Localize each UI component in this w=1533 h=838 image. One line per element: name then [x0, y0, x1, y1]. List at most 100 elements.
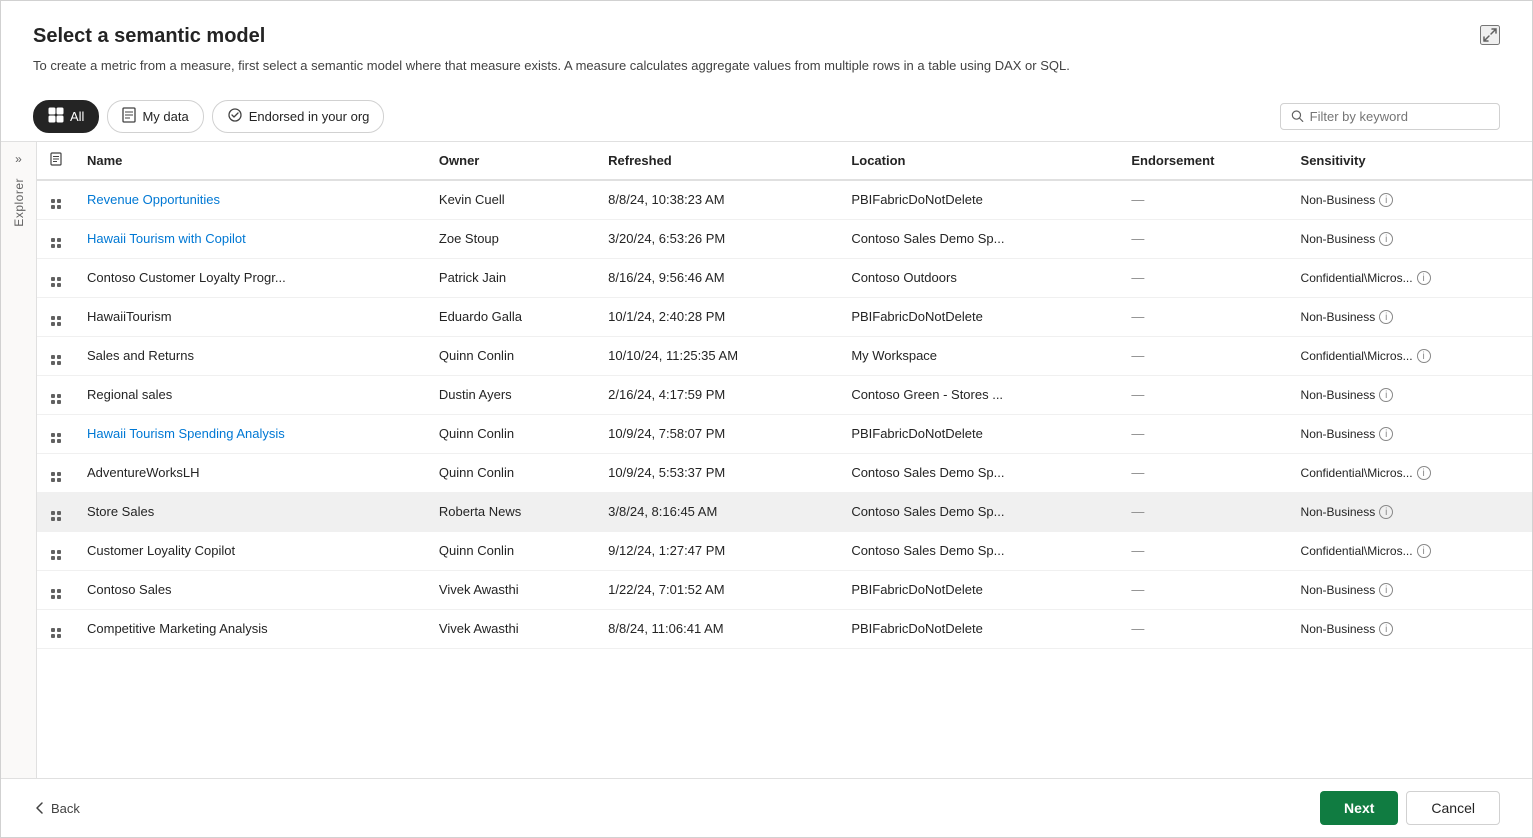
row-endorsement: —	[1119, 570, 1288, 609]
search-box[interactable]	[1280, 103, 1500, 130]
next-button[interactable]: Next	[1320, 791, 1398, 825]
row-name[interactable]: Revenue Opportunities	[75, 180, 427, 220]
dialog: Select a semantic model To create a metr…	[0, 0, 1533, 838]
doc-header-icon	[49, 152, 63, 166]
row-endorsement: —	[1119, 180, 1288, 220]
model-name-link[interactable]: Hawaii Tourism Spending Analysis	[87, 426, 285, 441]
row-sensitivity: Non-Business i	[1289, 219, 1532, 258]
row-name[interactable]: Sales and Returns	[75, 336, 427, 375]
grid-icon	[51, 394, 61, 404]
info-icon[interactable]: i	[1379, 310, 1393, 324]
row-name[interactable]: Customer Loyality Copilot	[75, 531, 427, 570]
row-sensitivity: Confidential\Micros... i	[1289, 336, 1532, 375]
row-name[interactable]: Contoso Customer Loyalty Progr...	[75, 258, 427, 297]
row-name[interactable]: HawaiiTourism	[75, 297, 427, 336]
col-location: Location	[839, 142, 1119, 180]
footer-right: Next Cancel	[1320, 791, 1500, 825]
row-sensitivity: Non-Business i	[1289, 414, 1532, 453]
tab-all[interactable]: All	[33, 100, 99, 133]
table-row[interactable]: Customer Loyality CopilotQuinn Conlin9/1…	[37, 531, 1532, 570]
info-icon[interactable]: i	[1417, 466, 1431, 480]
model-name-link[interactable]: Revenue Opportunities	[87, 192, 220, 207]
table-row[interactable]: HawaiiTourismEduardo Galla10/1/24, 2:40:…	[37, 297, 1532, 336]
row-location: Contoso Outdoors	[839, 258, 1119, 297]
table-row[interactable]: Competitive Marketing AnalysisVivek Awas…	[37, 609, 1532, 648]
row-location: My Workspace	[839, 336, 1119, 375]
row-endorsement: —	[1119, 258, 1288, 297]
main-area: » Explorer Name	[1, 142, 1532, 779]
grid-icon	[51, 238, 61, 248]
table-header-row: Name Owner Refreshed Location Endorsemen…	[37, 142, 1532, 180]
row-name[interactable]: Store Sales	[75, 492, 427, 531]
model-name-link[interactable]: Hawaii Tourism with Copilot	[87, 231, 246, 246]
sensitivity-badge: Confidential\Micros... i	[1301, 271, 1431, 285]
cancel-button[interactable]: Cancel	[1406, 791, 1500, 825]
info-icon[interactable]: i	[1379, 622, 1393, 636]
my-data-icon	[122, 107, 136, 126]
row-location: PBIFabricDoNotDelete	[839, 609, 1119, 648]
explorer-label[interactable]: Explorer	[12, 178, 26, 227]
row-refreshed: 3/8/24, 8:16:45 AM	[596, 492, 839, 531]
tab-my-data[interactable]: My data	[107, 100, 203, 133]
sensitivity-badge: Non-Business i	[1301, 193, 1394, 207]
tab-my-data-label: My data	[142, 109, 188, 124]
info-icon[interactable]: i	[1379, 427, 1393, 441]
sensitivity-badge: Non-Business i	[1301, 505, 1394, 519]
row-sensitivity: Non-Business i	[1289, 375, 1532, 414]
tab-endorsed[interactable]: Endorsed in your org	[212, 100, 385, 133]
grid-icon	[51, 550, 61, 560]
dialog-title: Select a semantic model	[33, 25, 265, 48]
info-icon[interactable]: i	[1417, 349, 1431, 363]
row-icon	[37, 531, 75, 570]
info-icon[interactable]: i	[1379, 583, 1393, 597]
row-owner: Patrick Jain	[427, 258, 596, 297]
row-owner: Vivek Awasthi	[427, 609, 596, 648]
table-row[interactable]: Sales and ReturnsQuinn Conlin10/10/24, 1…	[37, 336, 1532, 375]
info-icon[interactable]: i	[1379, 505, 1393, 519]
row-location: Contoso Sales Demo Sp...	[839, 492, 1119, 531]
grid-icon	[51, 199, 61, 209]
row-name[interactable]: Hawaii Tourism with Copilot	[75, 219, 427, 258]
row-icon	[37, 297, 75, 336]
info-icon[interactable]: i	[1379, 388, 1393, 402]
row-location: PBIFabricDoNotDelete	[839, 180, 1119, 220]
row-name[interactable]: Contoso Sales	[75, 570, 427, 609]
row-refreshed: 2/16/24, 4:17:59 PM	[596, 375, 839, 414]
row-refreshed: 10/10/24, 11:25:35 AM	[596, 336, 839, 375]
sidebar-chevron-icon[interactable]: »	[15, 152, 22, 166]
back-button[interactable]: Back	[33, 801, 80, 816]
sensitivity-badge: Non-Business i	[1301, 232, 1394, 246]
table-row[interactable]: Hawaii Tourism Spending AnalysisQuinn Co…	[37, 414, 1532, 453]
table-row[interactable]: Contoso Customer Loyalty Progr...Patrick…	[37, 258, 1532, 297]
table-row[interactable]: Contoso SalesVivek Awasthi1/22/24, 7:01:…	[37, 570, 1532, 609]
row-owner: Roberta News	[427, 492, 596, 531]
table-row[interactable]: AdventureWorksLHQuinn Conlin10/9/24, 5:5…	[37, 453, 1532, 492]
row-name[interactable]: Competitive Marketing Analysis	[75, 609, 427, 648]
row-refreshed: 10/1/24, 2:40:28 PM	[596, 297, 839, 336]
grid-icon	[51, 277, 61, 287]
row-endorsement: —	[1119, 219, 1288, 258]
table-row[interactable]: Regional salesDustin Ayers2/16/24, 4:17:…	[37, 375, 1532, 414]
table-row[interactable]: Store SalesRoberta News3/8/24, 8:16:45 A…	[37, 492, 1532, 531]
info-icon[interactable]: i	[1379, 232, 1393, 246]
sensitivity-badge: Non-Business i	[1301, 310, 1394, 324]
info-icon[interactable]: i	[1417, 271, 1431, 285]
table-body: Revenue OpportunitiesKevin Cuell8/8/24, …	[37, 180, 1532, 649]
row-name[interactable]: Hawaii Tourism Spending Analysis	[75, 414, 427, 453]
row-icon	[37, 258, 75, 297]
row-icon	[37, 336, 75, 375]
filter-bar: All My data	[1, 92, 1532, 142]
tab-endorsed-label: Endorsed in your org	[249, 109, 370, 124]
table-row[interactable]: Revenue OpportunitiesKevin Cuell8/8/24, …	[37, 180, 1532, 220]
table-row[interactable]: Hawaii Tourism with CopilotZoe Stoup3/20…	[37, 219, 1532, 258]
info-icon[interactable]: i	[1379, 193, 1393, 207]
grid-icon	[51, 511, 61, 521]
filter-tabs: All My data	[33, 100, 384, 133]
row-name[interactable]: AdventureWorksLH	[75, 453, 427, 492]
info-icon[interactable]: i	[1417, 544, 1431, 558]
search-input[interactable]	[1310, 109, 1489, 124]
row-owner: Quinn Conlin	[427, 531, 596, 570]
row-endorsement: —	[1119, 414, 1288, 453]
expand-button[interactable]	[1480, 25, 1500, 45]
row-name[interactable]: Regional sales	[75, 375, 427, 414]
